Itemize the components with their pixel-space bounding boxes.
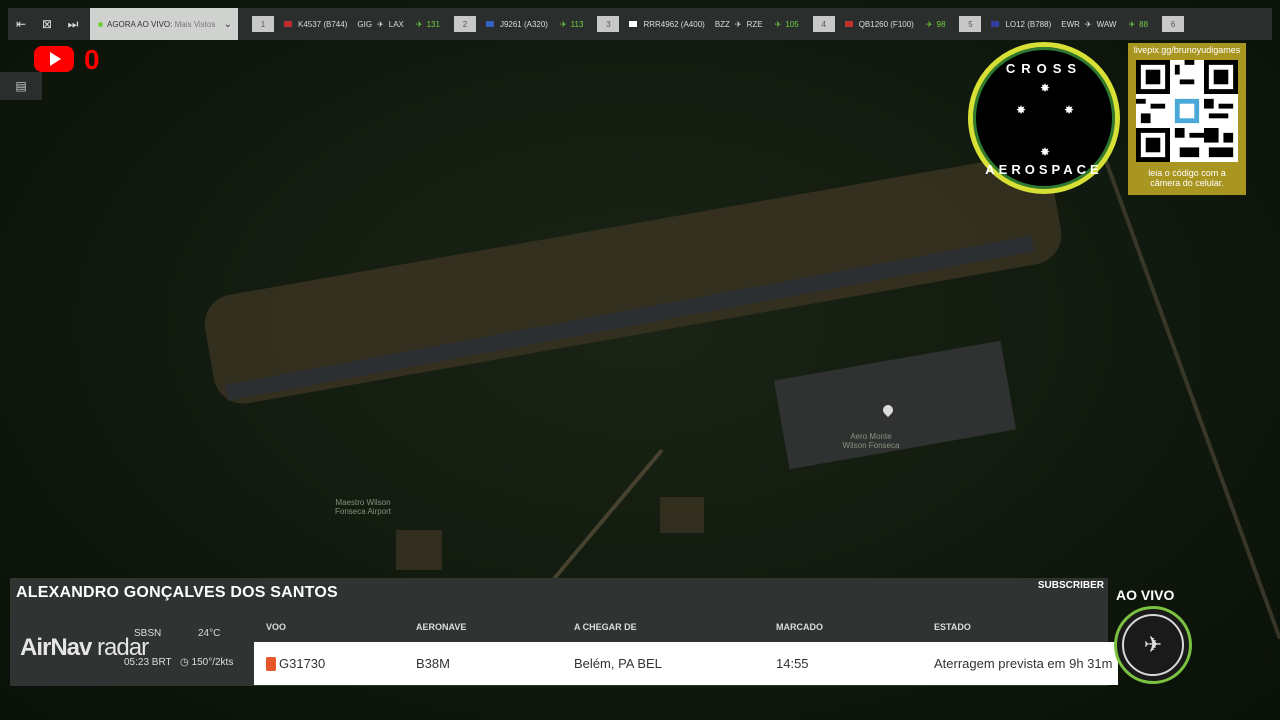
- clock-icon: ◷: [180, 657, 189, 668]
- flag-icon: [844, 21, 853, 27]
- collapse-icon[interactable]: ⇤: [8, 8, 34, 40]
- col-estado: ESTADO: [934, 622, 971, 632]
- destination: LAX: [388, 19, 404, 29]
- subscriber-label: SUBSCRIBER: [1037, 580, 1104, 591]
- close-panel-icon[interactable]: ⊠: [34, 8, 60, 40]
- viewer-count: 88: [1139, 19, 1149, 29]
- plane-right-icon: ✈: [377, 19, 384, 29]
- viewers-icon: ✈: [925, 19, 933, 29]
- qr-url: livepix.gg/brunoyudigames: [1133, 45, 1241, 55]
- airnav-flight-panel: ALEXANDRO GONÇALVES DOS SANTOS SUBSCRIBE…: [10, 578, 1118, 686]
- viewers-icon: ✈: [1128, 19, 1136, 29]
- wind-info: ◷ 150°/2kts: [180, 657, 234, 668]
- cell-voo: G31730: [279, 656, 326, 671]
- channel-badge-icon: ✈: [1114, 606, 1192, 684]
- rank-badge: 3: [597, 16, 620, 32]
- viewer-count: 131: [426, 19, 440, 29]
- rank-badge: 6: [1162, 16, 1185, 32]
- apron: [773, 340, 1017, 470]
- col-chegar: A CHEGAR DE: [574, 622, 637, 632]
- flag-icon: [991, 21, 1000, 27]
- rank-badge: 4: [812, 16, 835, 32]
- subscriber-name: ALEXANDRO GONÇALVES DOS SANTOS: [16, 584, 338, 601]
- table-header: VOO AERONAVE A CHEGAR DE MARCADO ESTADO: [254, 622, 1118, 640]
- star-icon: ✸: [1064, 103, 1075, 117]
- viewers-icon: ✈: [559, 19, 567, 29]
- ticker-flight-2[interactable]: 2 J9261 (A320) ✈ 113: [453, 8, 584, 40]
- destination: RZE: [746, 19, 763, 29]
- col-aeronave: AERONAVE: [416, 622, 467, 632]
- ticker-flight-5[interactable]: 5 LO12 (B788) EWR ✈ WAW ✈ 88: [959, 8, 1148, 40]
- youtube-icon: [34, 46, 74, 72]
- skip-next-icon[interactable]: ⏭: [60, 8, 86, 40]
- youtube-counter: 0: [84, 44, 100, 75]
- flight-id: K4537 (B744): [298, 19, 348, 29]
- col-voo: VOO: [266, 622, 287, 632]
- clearing: [396, 530, 442, 570]
- rank-badge: 1: [252, 16, 274, 32]
- flight-ticker-bar: ⇤ ⊠ ⏭ AGORA AO VIVO: Mais Vistos ⌄ 1 K453…: [8, 8, 1272, 40]
- airport-map-label: Maestro Wilson Fonseca Airport: [334, 498, 392, 516]
- viewers-icon: ✈: [774, 19, 782, 29]
- table-row[interactable]: G31730 B38M Belém, PA BEL 14:55 Aterrage…: [254, 642, 1118, 685]
- airport-code: SBSN: [134, 628, 162, 639]
- star-icon: ✸: [1040, 145, 1051, 159]
- viewer-count: 113: [570, 19, 584, 29]
- live-dot-icon: [98, 21, 103, 27]
- rank-badge: 5: [959, 16, 982, 32]
- logo-top-text: CROSS: [1005, 61, 1083, 76]
- cell-chegar: Belém, PA BEL: [574, 656, 662, 671]
- star-icon: ✸: [1016, 103, 1027, 117]
- airline-icon: [266, 657, 276, 671]
- ticker-flight-4[interactable]: 4 QB1260 (F100) ✈ 98: [812, 8, 946, 40]
- cell-marcado: 14:55: [776, 656, 809, 671]
- livepix-qr-panel: livepix.gg/brunoyudigames leia o código …: [1128, 43, 1246, 195]
- logo-bottom-text: AEROSPACE: [985, 162, 1103, 177]
- live-sub-label: Mais Vistos: [174, 19, 216, 29]
- pin-label: Aero Monte Wilson Fonseca: [842, 432, 900, 450]
- destination: WAW: [1096, 19, 1117, 29]
- viewer-count: 98: [936, 19, 946, 29]
- viewer-count: 105: [785, 19, 799, 29]
- flag-icon: [485, 21, 494, 27]
- col-marcado: MARCADO: [776, 622, 823, 632]
- star-icon: ✸: [1040, 81, 1051, 95]
- flight-id: LO12 (B788): [1005, 19, 1052, 29]
- live-dropdown[interactable]: AGORA AO VIVO: Mais Vistos ⌄: [90, 8, 238, 40]
- cell-estado: Aterragem prevista em 9h 31m: [934, 656, 1113, 671]
- plane-right-icon: ✈: [734, 19, 742, 29]
- ticker-flight-3[interactable]: 3 RRR4962 (A400) BZZ ✈ RZE ✈ 105: [597, 8, 799, 40]
- coastline: [1100, 149, 1280, 640]
- live-label: AO VIVO: [1116, 587, 1175, 603]
- flag-icon: [629, 21, 638, 27]
- flight-id: RRR4962 (A400): [643, 19, 705, 29]
- rank-badge: 2: [453, 16, 476, 32]
- origin: EWR: [1061, 19, 1080, 29]
- ticker-flight-1[interactable]: 1 K4537 (B744) GIG ✈ LAX ✈ 131: [252, 8, 440, 40]
- layers-icon[interactable]: ▤: [0, 72, 42, 100]
- live-label: AGORA AO VIVO:: [107, 19, 173, 29]
- clearing: [660, 497, 704, 533]
- access-road: [544, 448, 664, 590]
- viewers-icon: ✈: [415, 19, 423, 29]
- flight-id: J9261 (A320): [499, 19, 548, 29]
- cross-aerospace-logo: CROSS ✸ ✸ ✸ ✸ AEROSPACE: [968, 42, 1120, 194]
- cell-aeronave: B38M: [416, 656, 450, 671]
- origin: GIG: [357, 19, 373, 29]
- qr-caption: leia o código com a câmera do celular.: [1148, 168, 1226, 188]
- flight-id: QB1260 (F100): [858, 19, 914, 29]
- chevron-down-icon: ⌄: [223, 18, 232, 30]
- temperature: 24°C: [198, 628, 221, 639]
- origin: BZZ: [714, 19, 730, 29]
- flag-icon: [284, 21, 292, 27]
- qr-code: [1136, 60, 1238, 162]
- ticker-flight-6[interactable]: 6: [1162, 8, 1194, 40]
- local-time: 05:23 BRT: [124, 657, 172, 668]
- plane-right-icon: ✈: [1084, 19, 1092, 29]
